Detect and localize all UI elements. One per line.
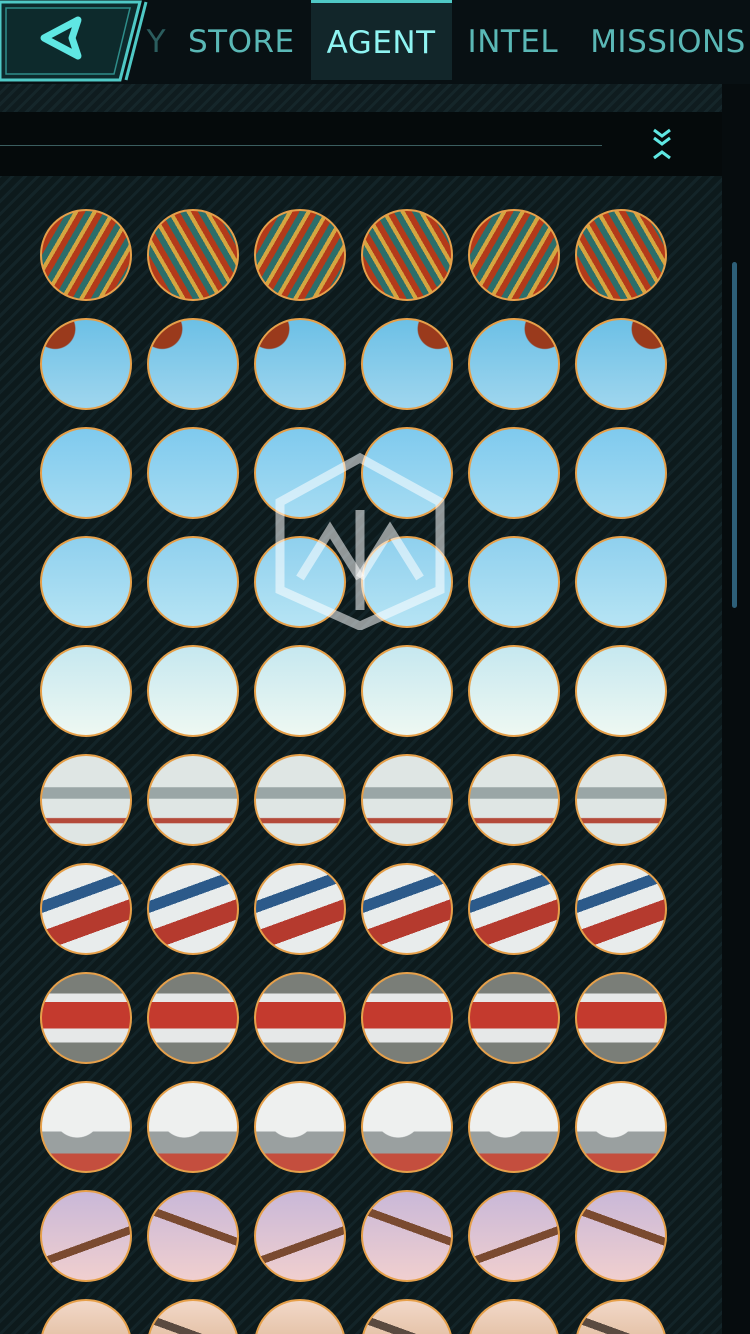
medal-badge[interactable] [468,1081,560,1173]
medal-badge[interactable] [468,972,560,1064]
medal-badge[interactable] [361,427,453,519]
subheader-band [0,84,722,112]
medal-badge[interactable] [468,754,560,846]
medal-badge[interactable] [147,536,239,628]
tab-strip: Y STORE AGENT INTEL MISSIONS [140,0,750,80]
medal-badge[interactable] [40,645,132,737]
medal-badge[interactable] [40,754,132,846]
tab-missions[interactable]: MISSIONS [574,0,750,80]
medal-badge[interactable] [468,645,560,737]
medals-section-header[interactable] [0,112,722,176]
medal-badge[interactable] [361,863,453,955]
medal-badge[interactable] [361,972,453,1064]
medal-badge[interactable] [147,318,239,410]
medal-badge[interactable] [575,427,667,519]
tab-intel[interactable]: INTEL [452,0,575,80]
medal-badge[interactable] [575,754,667,846]
medal-badge[interactable] [147,427,239,519]
medal-badge[interactable] [254,1299,346,1334]
medal-badge[interactable] [575,1081,667,1173]
tab-store[interactable]: STORE [172,0,311,80]
medal-badge[interactable] [468,1299,560,1334]
medal-badge[interactable] [575,1190,667,1282]
medal-badge[interactable] [254,536,346,628]
medal-badge[interactable] [40,972,132,1064]
medal-badge[interactable] [361,318,453,410]
medal-badge[interactable] [575,318,667,410]
medal-grid [0,176,722,1334]
medal-badge[interactable] [40,1299,132,1334]
medal-badge[interactable] [575,863,667,955]
medal-badge[interactable] [575,972,667,1064]
medal-badge[interactable] [147,1190,239,1282]
section-divider [0,145,602,146]
medal-badge[interactable] [40,1190,132,1282]
medal-badge[interactable] [254,318,346,410]
medal-badge[interactable] [147,863,239,955]
medal-badge[interactable] [147,1081,239,1173]
medal-badge[interactable] [468,1190,560,1282]
medal-badge[interactable] [361,754,453,846]
medal-badge[interactable] [254,754,346,846]
medal-badge[interactable] [254,427,346,519]
medal-badge[interactable] [147,972,239,1064]
medal-badge[interactable] [254,209,346,301]
medal-badge[interactable] [575,536,667,628]
medal-badge[interactable] [361,209,453,301]
medal-badge[interactable] [575,645,667,737]
medal-badge[interactable] [254,972,346,1064]
top-nav-bar: Y STORE AGENT INTEL MISSIONS [0,0,750,84]
scrollbar-thumb[interactable] [732,262,737,608]
medal-badge[interactable] [40,536,132,628]
double-chevron-collapse-icon[interactable] [646,126,678,166]
medal-badge[interactable] [361,645,453,737]
medal-badge[interactable] [147,1299,239,1334]
medal-badge[interactable] [361,1190,453,1282]
agent-medals-screen: Y STORE AGENT INTEL MISSIONS [0,0,750,1334]
medal-badge[interactable] [147,209,239,301]
medal-badge[interactable] [254,645,346,737]
medal-badge[interactable] [468,536,560,628]
medal-badge[interactable] [40,427,132,519]
medal-badge[interactable] [361,1299,453,1334]
medal-badge[interactable] [575,209,667,301]
medal-badge[interactable] [254,1081,346,1173]
medal-badge[interactable] [147,754,239,846]
medal-badge[interactable] [361,536,453,628]
medal-badge[interactable] [468,209,560,301]
medal-badge[interactable] [575,1299,667,1334]
medal-badge[interactable] [40,318,132,410]
back-arrow-icon [0,0,148,82]
medal-badge[interactable] [468,427,560,519]
tab-inventory[interactable]: Y [140,0,172,80]
medal-badge[interactable] [468,863,560,955]
medal-badge[interactable] [40,209,132,301]
back-button[interactable] [0,0,160,84]
medal-badge[interactable] [254,1190,346,1282]
medal-badge[interactable] [468,318,560,410]
medal-badge[interactable] [40,863,132,955]
tab-agent[interactable]: AGENT [310,0,452,80]
medal-badge[interactable] [254,863,346,955]
medal-badge[interactable] [40,1081,132,1173]
medal-badge[interactable] [147,645,239,737]
medal-badge[interactable] [361,1081,453,1173]
